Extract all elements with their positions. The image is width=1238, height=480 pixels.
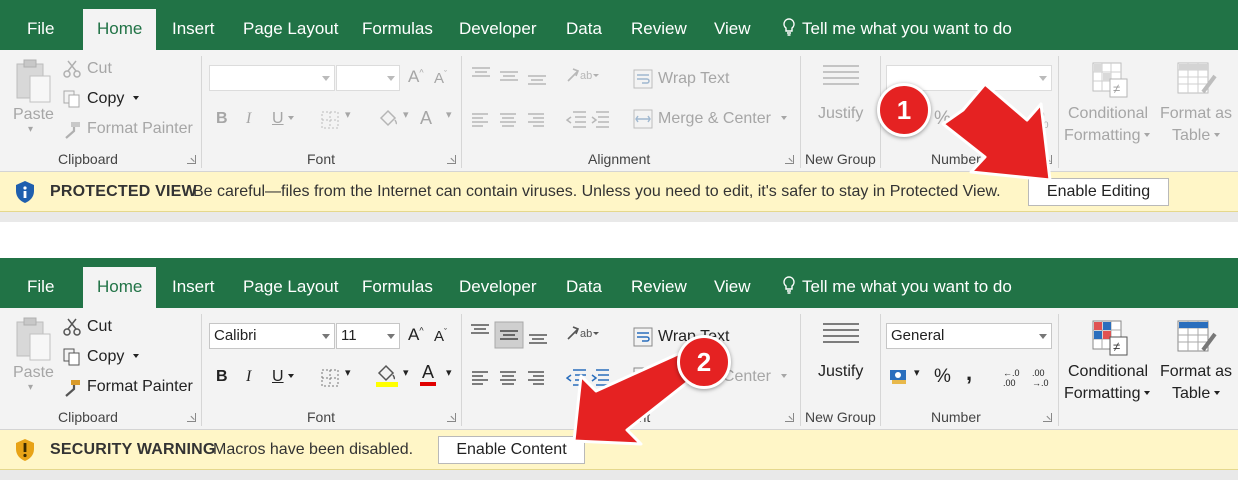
callout-arrow-2 [572, 351, 700, 446]
callout-badge-2: 2 [677, 335, 731, 389]
callout-arrow-1 [941, 82, 1052, 182]
excel-window-protected-view: File Home Insert Page Layout Formulas De… [0, 0, 1238, 222]
callout-badge-1: 1 [877, 83, 931, 137]
excel-window-security-warning: File Home Insert Page Layout Formulas De… [0, 258, 1238, 480]
